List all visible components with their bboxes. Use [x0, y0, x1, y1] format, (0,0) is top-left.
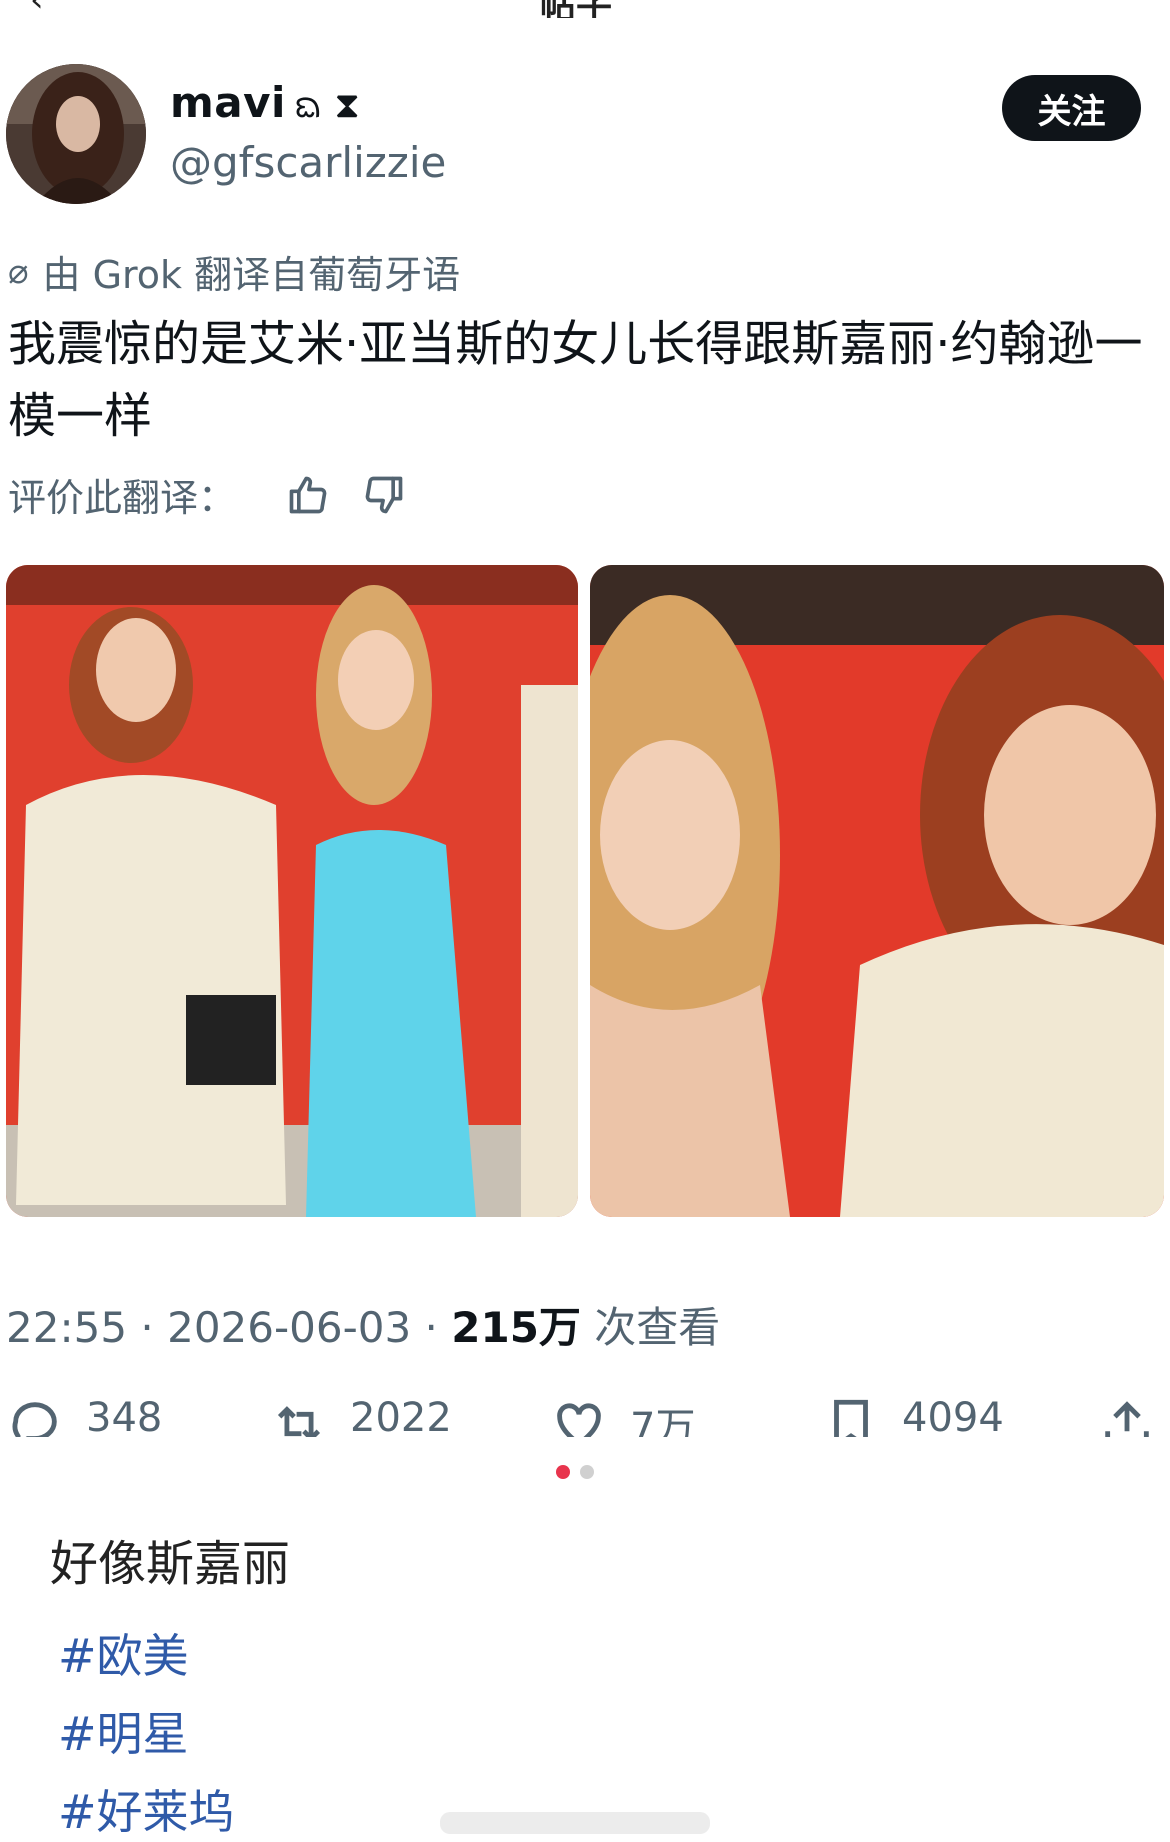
action-bar: 348 2022 7万 4094 [0, 1385, 1170, 1437]
tweet-text: 我震惊的是艾米·亚当斯的女儿长得跟斯嘉丽·约翰逊一模一样 [8, 316, 1143, 444]
hashtag-link[interactable]: #欧美 [58, 1620, 189, 1686]
back-chevron-icon[interactable]: ‹ [30, 0, 44, 18]
thumbs-up-icon[interactable] [286, 473, 330, 517]
follow-button[interactable]: 关注 [1002, 75, 1141, 141]
view-count: 215万 [451, 1303, 581, 1352]
display-name-text: mavi [170, 78, 286, 127]
reply-count: 348 [86, 1395, 163, 1437]
translate-icon: ⌀ [8, 251, 29, 292]
tweet-meta: 22:55 · 2026-06-03 · 215万 次查看 [6, 1303, 721, 1352]
name-emoji-marks: ᨳ ⧗ [293, 85, 361, 126]
reply-button[interactable]: 348 [6, 1395, 162, 1437]
tweet-photo-1[interactable] [6, 565, 578, 1217]
views-label: 次查看 [594, 1303, 721, 1352]
repost-button[interactable]: 2022 [270, 1395, 452, 1437]
hashtag-link[interactable]: #好莱坞 [58, 1776, 235, 1842]
translation-note: ⌀ 由 Grok 翻译自葡萄牙语 [8, 244, 460, 299]
display-name[interactable]: mavi ᨳ ⧗ [170, 78, 360, 136]
bookmark-button[interactable]: 4094 [822, 1395, 1004, 1437]
hashtag-link[interactable]: #明星 [58, 1698, 189, 1764]
repost-count: 2022 [350, 1395, 452, 1437]
translation-note-text: 由 Grok 翻译自葡萄牙语 [42, 253, 461, 297]
carousel-dot-1[interactable] [556, 1465, 570, 1479]
page-title: 帖子 [540, 0, 612, 18]
tweet-date: 2026-06-03 [167, 1303, 412, 1352]
rate-label: 评价此翻译： [8, 476, 237, 520]
carousel-indicator [556, 1465, 594, 1479]
tweet-photo-2[interactable] [590, 565, 1164, 1217]
avatar[interactable] [6, 64, 146, 204]
carousel-dot-2[interactable] [580, 1465, 594, 1479]
tweet-time: 22:55 [6, 1303, 128, 1352]
post-caption: 好像斯嘉丽 [50, 1536, 291, 1592]
share-button[interactable] [1098, 1395, 1156, 1437]
rate-translation: 评价此翻译： [8, 467, 406, 522]
bookmark-count: 4094 [902, 1395, 1004, 1437]
home-indicator [440, 1812, 710, 1834]
like-button[interactable]: 7万 [550, 1395, 695, 1437]
like-count: 7万 [630, 1405, 696, 1437]
top-nav-bar: ‹ 帖子 [0, 0, 1170, 18]
user-handle[interactable]: @gfscarlizzie [170, 138, 446, 187]
thumbs-down-icon[interactable] [362, 473, 406, 517]
